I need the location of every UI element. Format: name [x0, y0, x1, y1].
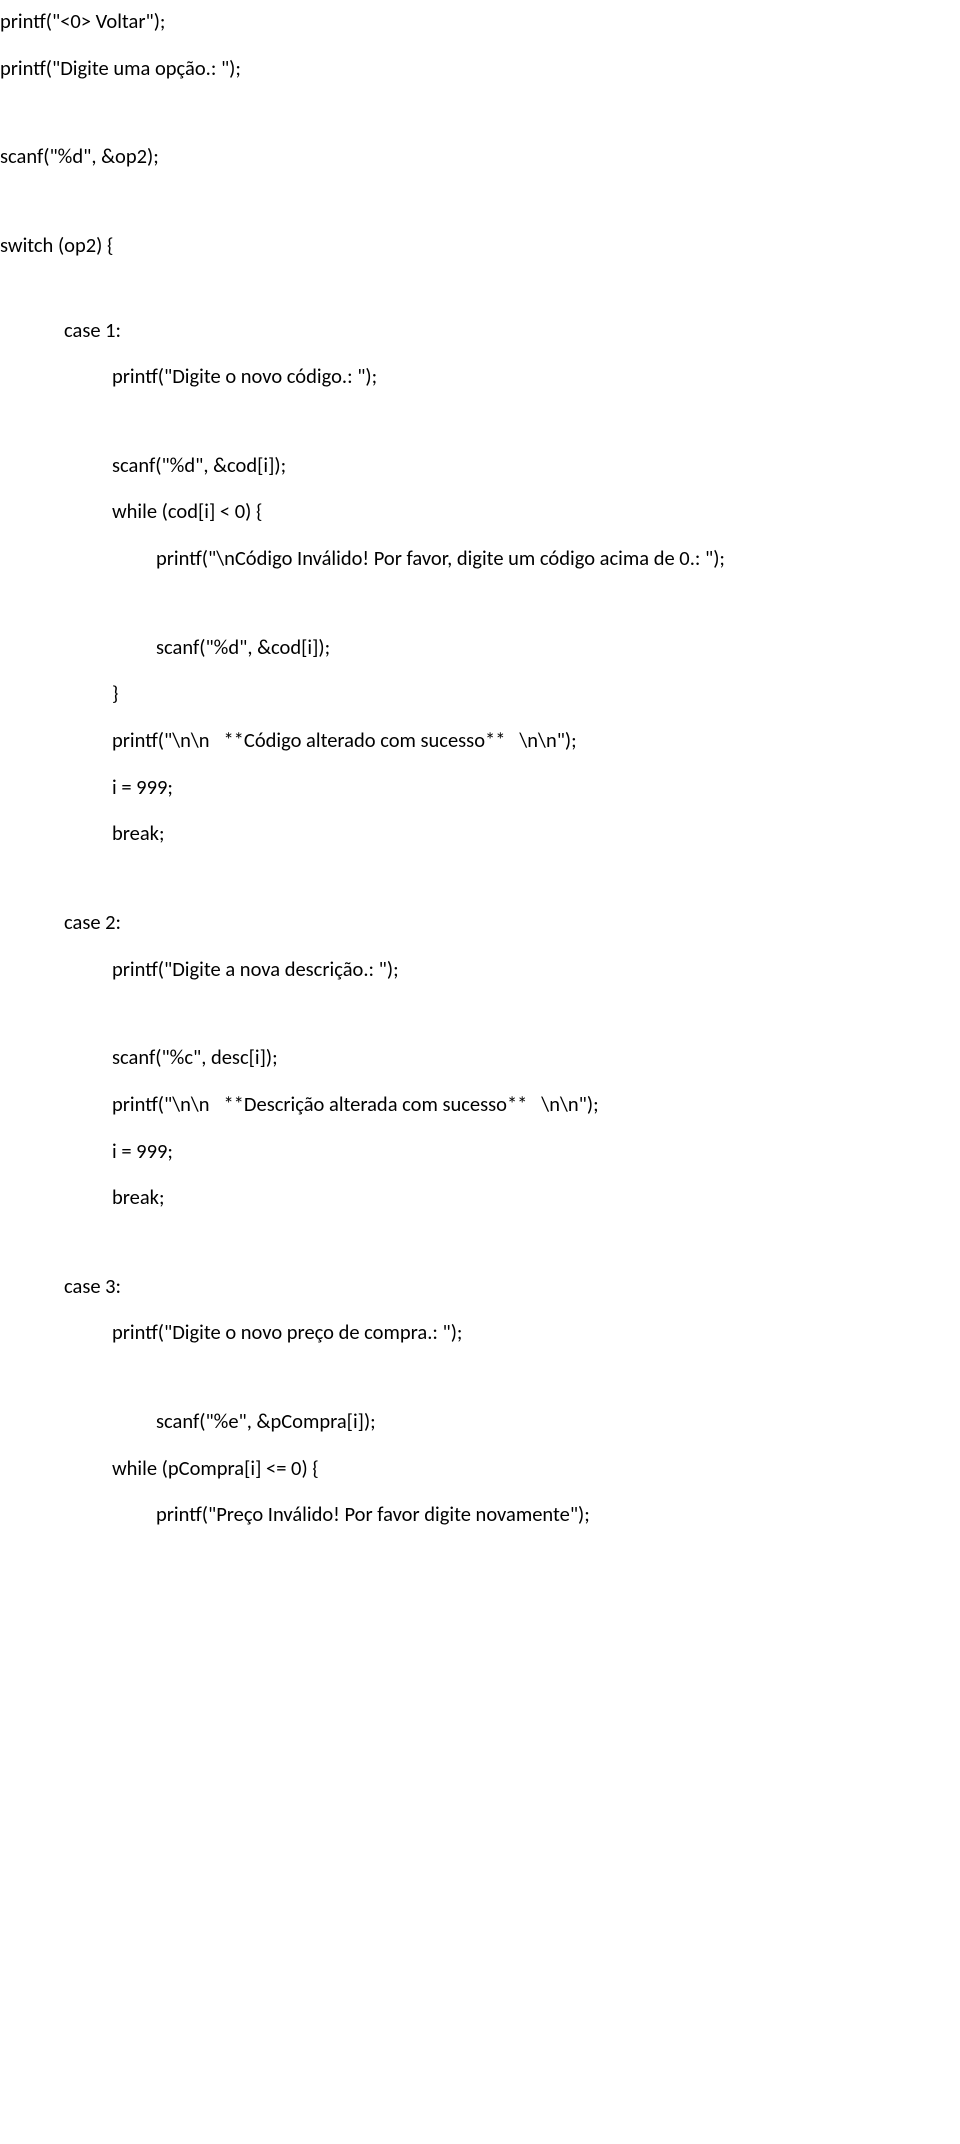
- blank-line: [0, 572, 960, 634]
- blank-line: [0, 478, 960, 498]
- code-line: printf("\nCódigo Inválido! Por favor, di…: [156, 545, 960, 572]
- code-line: i = 999;: [112, 1138, 960, 1165]
- code-page: printf("<0> Voltar"); printf("Digite uma …: [0, 0, 960, 1608]
- blank-line: [0, 525, 960, 545]
- blank-line: [0, 1528, 960, 1548]
- blank-line: [0, 1481, 960, 1501]
- code-line: scanf("%d", &cod[i]);: [156, 634, 960, 661]
- code-line: while (cod[i] < 0) {: [112, 498, 960, 525]
- code-line: printf("Preço Inválido! Por favor digite…: [156, 1501, 960, 1528]
- code-line: }: [112, 680, 960, 707]
- blank-line: [0, 81, 960, 143]
- code-line: printf("Digite o novo preço de compra.: …: [112, 1319, 960, 1346]
- code-line: break;: [112, 1184, 960, 1211]
- blank-line: [0, 936, 960, 956]
- code-line: case 1:: [64, 317, 960, 344]
- blank-line: [0, 1346, 960, 1408]
- code-line: case 2:: [64, 909, 960, 936]
- code-line: while (pCompra[i] <= 0) {: [112, 1455, 960, 1482]
- code-line: printf("\n\n **Código alterado com suces…: [112, 727, 960, 754]
- blank-line: [0, 1164, 960, 1184]
- blank-line: [0, 1118, 960, 1138]
- blank-line: [0, 1211, 960, 1273]
- code-line: scanf("%d", &op2);: [0, 143, 960, 170]
- code-line: scanf("%e", &pCompra[i]);: [156, 1408, 960, 1435]
- code-line: break;: [112, 820, 960, 847]
- blank-line: [0, 660, 960, 680]
- blank-line: [0, 259, 960, 317]
- blank-line: [0, 847, 960, 909]
- code-line: printf("\n\n **Descrição alterada com su…: [112, 1091, 960, 1118]
- blank-line: [0, 390, 960, 452]
- blank-line: [0, 1071, 960, 1091]
- code-line: i = 999;: [112, 774, 960, 801]
- code-line: printf("Digite uma opção.: ");: [0, 55, 960, 82]
- blank-line: [0, 1435, 960, 1455]
- code-line: scanf("%d", &cod[i]);: [112, 452, 960, 479]
- code-line: printf("<0> Voltar");: [0, 8, 960, 35]
- blank-line: [0, 800, 960, 820]
- code-line: scanf("%c", desc[i]);: [112, 1044, 960, 1071]
- blank-line: [0, 754, 960, 774]
- blank-line: [0, 982, 960, 1044]
- blank-line: [0, 35, 960, 55]
- code-line: case 3:: [64, 1273, 960, 1300]
- code-line: printf("Digite a nova descrição.: ");: [112, 956, 960, 983]
- blank-line: [0, 707, 960, 727]
- blank-line: [0, 343, 960, 363]
- code-line: switch (op2) {: [0, 232, 960, 259]
- blank-line: [0, 1299, 960, 1319]
- code-line: printf("Digite o novo código.: ");: [112, 363, 960, 390]
- blank-line: [0, 170, 960, 232]
